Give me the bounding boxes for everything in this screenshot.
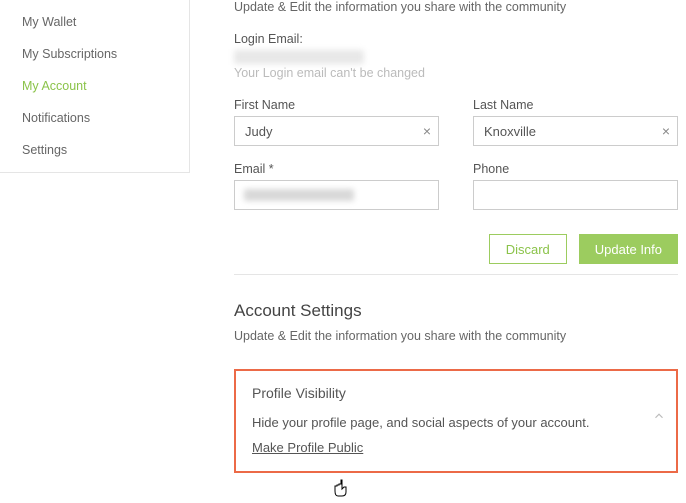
last-name-label: Last Name xyxy=(473,98,678,112)
clear-first-name-icon[interactable]: × xyxy=(423,123,431,139)
login-email-redacted xyxy=(234,50,364,64)
divider xyxy=(234,274,678,275)
profile-visibility-card: Profile Visibility Hide your profile pag… xyxy=(234,369,678,473)
make-profile-public-link[interactable]: Make Profile Public xyxy=(252,440,363,455)
update-info-button[interactable]: Update Info xyxy=(579,234,678,264)
profile-visibility-title: Profile Visibility xyxy=(252,385,660,401)
cursor-pointer-icon xyxy=(332,478,348,503)
last-name-input[interactable] xyxy=(473,116,678,146)
sidebar-item-notifications[interactable]: Notifications xyxy=(0,102,189,134)
chevron-up-icon[interactable] xyxy=(652,409,666,423)
clear-last-name-icon[interactable]: × xyxy=(662,123,670,139)
sidebar-item-settings[interactable]: Settings xyxy=(0,134,189,166)
login-email-label: Login Email: xyxy=(234,32,678,46)
profile-blurb: Update & Edit the information you share … xyxy=(234,0,678,14)
phone-label: Phone xyxy=(473,162,678,176)
first-name-input[interactable] xyxy=(234,116,439,146)
sidebar-item-account[interactable]: My Account xyxy=(0,70,189,102)
sidebar: My Wallet My Subscriptions My Account No… xyxy=(0,0,190,173)
account-settings-blurb: Update & Edit the information you share … xyxy=(234,329,678,343)
sidebar-item-wallet[interactable]: My Wallet xyxy=(0,6,189,38)
first-name-label: First Name xyxy=(234,98,439,112)
account-settings-title: Account Settings xyxy=(234,301,678,321)
phone-input[interactable] xyxy=(473,180,678,210)
email-redacted xyxy=(244,189,354,201)
sidebar-item-subscriptions[interactable]: My Subscriptions xyxy=(0,38,189,70)
login-email-hint: Your Login email can't be changed xyxy=(234,66,678,80)
discard-button[interactable]: Discard xyxy=(489,234,567,264)
profile-visibility-desc: Hide your profile page, and social aspec… xyxy=(252,415,660,430)
email-label: Email * xyxy=(234,162,439,176)
